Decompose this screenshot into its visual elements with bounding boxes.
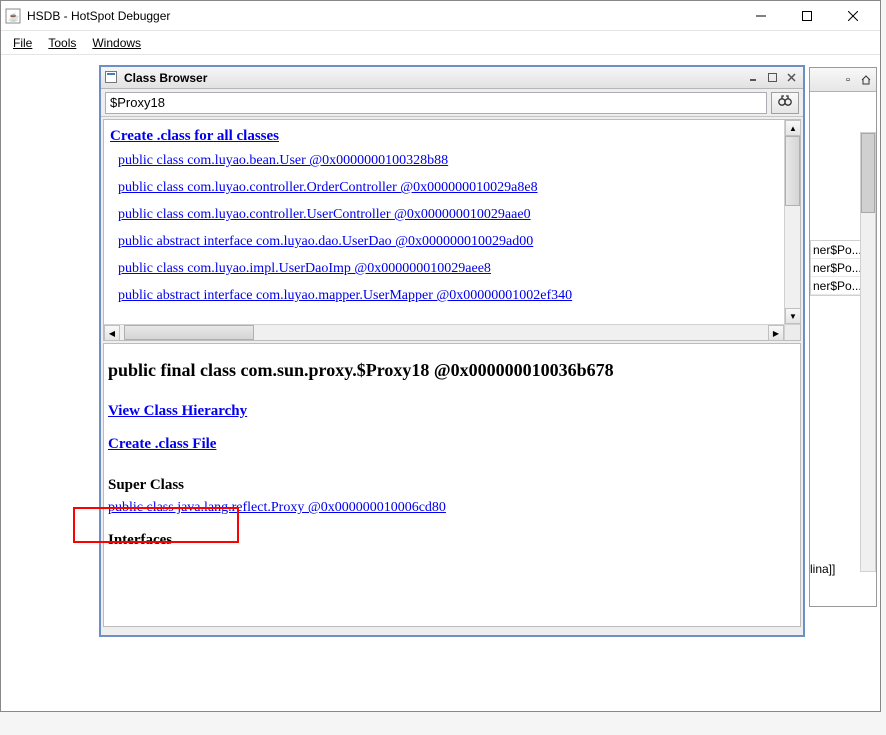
scroll-up-button[interactable]: ▲ bbox=[785, 120, 801, 136]
create-class-file-link[interactable]: Create .class File bbox=[108, 436, 216, 453]
bg-scrollbar[interactable] bbox=[860, 132, 876, 572]
class-list-pane: Create .class for all classes public cla… bbox=[103, 119, 801, 341]
bg-row[interactable]: ner$Po... bbox=[811, 277, 861, 295]
titlebar: ☕ HSDB - HotSpot Debugger bbox=[1, 1, 880, 31]
bg-bottom-text: lina]] bbox=[810, 562, 835, 576]
bg-row[interactable]: ner$Po... bbox=[811, 259, 861, 277]
scroll-left-button[interactable]: ◀ bbox=[104, 325, 120, 341]
menu-file[interactable]: File bbox=[9, 34, 36, 52]
bg-row-container: ner$Po... ner$Po... ner$Po... bbox=[810, 240, 862, 296]
class-browser-body: Create .class for all classes public cla… bbox=[101, 119, 803, 637]
window-title: HSDB - HotSpot Debugger bbox=[27, 9, 738, 23]
horizontal-scrollbar[interactable]: ◀ ▶ bbox=[104, 324, 784, 340]
minimize-button[interactable] bbox=[738, 2, 784, 30]
internal-iconify-icon[interactable] bbox=[745, 71, 761, 85]
bg-maximize-icon[interactable] bbox=[859, 73, 873, 87]
content-area: ▫ ner$Po... ner$Po... ner$Po... lina]] bbox=[1, 55, 880, 711]
scroll-track[interactable] bbox=[785, 136, 800, 308]
background-internal-window: ▫ ner$Po... ner$Po... ner$Po... lina]] bbox=[809, 67, 877, 607]
menubar: File Tools Windows bbox=[1, 31, 880, 55]
class-browser-window: Class Browser Create .cl bbox=[99, 65, 805, 637]
super-class-link[interactable]: public class java.lang.reflect.Proxy @0x… bbox=[108, 500, 446, 515]
svg-text:☕: ☕ bbox=[8, 11, 19, 22]
class-link[interactable]: public class com.luyao.impl.UserDaoImp @… bbox=[118, 261, 778, 277]
vertical-scrollbar[interactable]: ▲ ▼ bbox=[784, 120, 800, 324]
class-link[interactable]: public abstract interface com.luyao.dao.… bbox=[118, 234, 778, 250]
class-search-input[interactable] bbox=[105, 92, 767, 114]
main-window: ☕ HSDB - HotSpot Debugger File Tools Win… bbox=[0, 0, 881, 712]
class-link[interactable]: public class com.luyao.bean.User @0x0000… bbox=[118, 153, 778, 169]
class-list-content: Create .class for all classes public cla… bbox=[104, 120, 784, 324]
class-detail-heading: public final class com.sun.proxy.$Proxy1… bbox=[108, 360, 796, 381]
internal-window-controls bbox=[745, 71, 799, 85]
close-button[interactable] bbox=[830, 2, 876, 30]
bg-separator-icon: ▫ bbox=[841, 73, 855, 87]
class-list: public class com.luyao.bean.User @0x0000… bbox=[118, 153, 778, 304]
class-browser-titlebar[interactable]: Class Browser bbox=[101, 67, 803, 89]
scroll-down-button[interactable]: ▼ bbox=[785, 308, 801, 324]
create-all-classes-link[interactable]: Create .class for all classes bbox=[110, 128, 279, 144]
bg-row[interactable]: ner$Po... bbox=[811, 241, 861, 259]
interfaces-label: Interfaces bbox=[108, 532, 796, 549]
binoculars-icon bbox=[777, 94, 793, 111]
search-row bbox=[101, 89, 803, 117]
scroll-right-button[interactable]: ▶ bbox=[768, 325, 784, 341]
class-link[interactable]: public abstract interface com.luyao.mapp… bbox=[118, 288, 778, 304]
class-browser-title: Class Browser bbox=[124, 71, 745, 85]
scroll-thumb[interactable] bbox=[785, 136, 800, 206]
bg-window-titlebar: ▫ bbox=[810, 68, 876, 92]
maximize-button[interactable] bbox=[784, 2, 830, 30]
menu-tools[interactable]: Tools bbox=[44, 34, 80, 52]
scroll-corner bbox=[784, 324, 800, 340]
super-class-label: Super Class bbox=[108, 477, 796, 494]
class-detail-pane: public final class com.sun.proxy.$Proxy1… bbox=[103, 343, 801, 627]
scroll-track[interactable] bbox=[120, 325, 768, 340]
class-link[interactable]: public class com.luyao.controller.OrderC… bbox=[118, 180, 778, 196]
view-class-hierarchy-link[interactable]: View Class Hierarchy bbox=[108, 403, 247, 420]
search-button[interactable] bbox=[771, 92, 799, 114]
java-icon: ☕ bbox=[5, 8, 21, 24]
scroll-thumb[interactable] bbox=[124, 325, 254, 340]
menu-windows[interactable]: Windows bbox=[88, 34, 145, 52]
class-detail-content: public final class com.sun.proxy.$Proxy1… bbox=[104, 344, 800, 561]
window-controls bbox=[738, 2, 876, 30]
window-icon bbox=[105, 71, 119, 85]
bg-window-body: ner$Po... ner$Po... ner$Po... lina]] bbox=[810, 92, 876, 606]
internal-close-icon[interactable] bbox=[783, 71, 799, 85]
bg-scroll-thumb[interactable] bbox=[861, 133, 875, 213]
internal-maximize-icon[interactable] bbox=[764, 71, 780, 85]
class-link[interactable]: public class com.luyao.controller.UserCo… bbox=[118, 207, 778, 223]
